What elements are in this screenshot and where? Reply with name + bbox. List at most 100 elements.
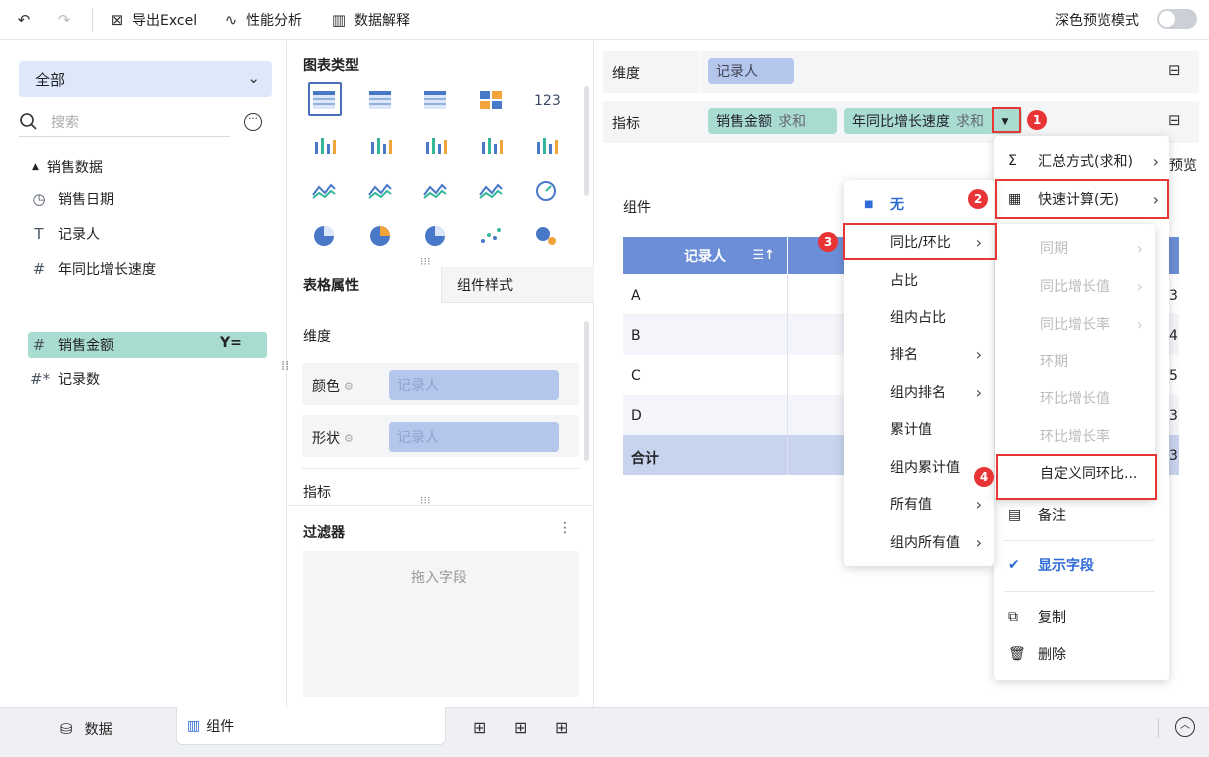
- radar-chart-icon[interactable]: [366, 179, 394, 203]
- dark-mode-text: 深色预览模式: [1055, 13, 1139, 29]
- number-card-icon[interactable]: 123: [532, 88, 561, 112]
- tab-data[interactable]: ⛁ 数据: [60, 719, 113, 739]
- menu-item-ratio[interactable]: 占比: [844, 266, 994, 294]
- gear-icon[interactable]: ⚙: [344, 380, 354, 393]
- menu-item-copy[interactable]: ⧉ 复制: [994, 603, 1169, 631]
- menu-item-mom-growth-rate[interactable]: 环比增长率: [995, 422, 1155, 450]
- dimension-pill-recorder[interactable]: 记录人: [708, 58, 794, 84]
- area-chart-icon[interactable]: [477, 179, 505, 203]
- menu-label: 所有值: [890, 497, 932, 513]
- metric-shelf-label: 指标: [612, 116, 640, 132]
- gauge-chart-icon-glyph: [536, 181, 556, 201]
- ring-chart-icon[interactable]: [421, 224, 449, 248]
- menu-item-show-field[interactable]: ✔ 显示字段: [994, 551, 1169, 579]
- tab-component-style[interactable]: 组件样式: [441, 267, 594, 303]
- bar-chart-icon[interactable]: [310, 134, 338, 158]
- number-type-icon: #: [32, 336, 46, 354]
- shelf-settings-icon[interactable]: ⊟: [1168, 61, 1181, 79]
- menu-item-yoy-growth-rate[interactable]: 同比增长率 ›: [995, 310, 1155, 338]
- field-record-count[interactable]: #* 记录数: [30, 365, 100, 393]
- gauge-chart-icon[interactable]: [532, 179, 560, 203]
- menu-item-note[interactable]: ▤ 备注: [994, 501, 1169, 529]
- chevron-down-icon: ⌄: [247, 69, 260, 87]
- redo-button[interactable]: ↷: [55, 9, 73, 31]
- menu-item-mom-growth-value[interactable]: 环比增长值: [995, 384, 1155, 412]
- field-search[interactable]: 搜索: [19, 107, 230, 137]
- tab-table-properties[interactable]: 表格属性: [288, 267, 441, 303]
- map-chart-icon[interactable]: [421, 179, 449, 203]
- menu-item-rank[interactable]: 排名 ›: [844, 340, 994, 368]
- field-sales-date[interactable]: ◷ 销售日期: [30, 185, 114, 213]
- data-explain-button[interactable]: ▥ 数据解释: [330, 9, 410, 31]
- undo-icon: ↶: [17, 11, 31, 29]
- waterfall-chart-icon-glyph: [537, 138, 558, 154]
- line-chart-icon[interactable]: [310, 179, 338, 203]
- shape-field-pill[interactable]: 记录人: [389, 422, 559, 452]
- bubble-chart-icon[interactable]: [532, 224, 560, 248]
- divider: [288, 505, 594, 506]
- menu-item-same-period[interactable]: 同期 ›: [995, 234, 1155, 262]
- filter-applied-icon[interactable]: Y=: [220, 335, 242, 351]
- metric-pill-sales-amount[interactable]: 销售金额 求和: [708, 108, 837, 134]
- dark-mode-toggle[interactable]: [1157, 9, 1197, 29]
- field-sales-amount[interactable]: # 销售金额: [30, 331, 114, 359]
- pill-agg: 求和: [778, 114, 806, 130]
- menu-item-delete[interactable]: 🗑 删除: [994, 640, 1169, 668]
- field-recorder[interactable]: T 记录人: [30, 220, 100, 248]
- performance-analysis-button[interactable]: ∿ 性能分析: [222, 9, 302, 31]
- add-chart-icon[interactable]: ⊞: [473, 718, 486, 737]
- kpi-card-icon[interactable]: [477, 88, 505, 112]
- menu-item-group-ratio[interactable]: 组内占比: [844, 303, 994, 331]
- collapse-up-icon[interactable]: ︿: [1175, 717, 1195, 737]
- shelf-settings-icon[interactable]: ⊟: [1168, 111, 1181, 129]
- filter-more-icon[interactable]: ⋮: [558, 520, 572, 536]
- rose-chart-icon[interactable]: [366, 224, 394, 248]
- shape-field-value: 记录人: [397, 430, 439, 446]
- gear-icon[interactable]: ⚙: [344, 432, 354, 445]
- dataset-select[interactable]: 全部 ⌄: [19, 61, 272, 97]
- sort-icon[interactable]: ☰↑: [752, 248, 775, 263]
- tab-component[interactable]: ▥ 组件: [176, 707, 446, 745]
- table-header-recorder[interactable]: 记录人 ☰↑: [623, 237, 787, 274]
- drag-handle-icon[interactable]: ⁝⁝⁝: [420, 256, 431, 267]
- menu-label: 环比增长率: [1040, 429, 1110, 445]
- color-field-pill[interactable]: 记录人: [389, 370, 559, 400]
- scrollbar[interactable]: [584, 321, 589, 461]
- table-chart-icon[interactable]: [310, 88, 338, 112]
- color-label: 颜色: [312, 379, 340, 395]
- component-title: 组件: [623, 200, 651, 216]
- export-excel-button[interactable]: ⊠ 导出Excel: [108, 9, 197, 31]
- menu-item-all-values[interactable]: 所有值 ›: [844, 490, 994, 518]
- menu-item-cumulative[interactable]: 累计值: [844, 415, 994, 443]
- undo-button[interactable]: ↶: [15, 9, 33, 31]
- column-chart-icon[interactable]: [421, 134, 449, 158]
- bar-list-icon[interactable]: [477, 134, 505, 158]
- metric-section-label: 指标: [303, 485, 331, 501]
- database-icon: ⛁: [60, 720, 73, 738]
- menu-label: 同比增长率: [1040, 317, 1110, 333]
- add-table-icon[interactable]: ⊞: [514, 718, 527, 737]
- menu-divider: [1004, 540, 1154, 541]
- grouped-bar-icon[interactable]: [366, 134, 394, 158]
- field-yoy-growth[interactable]: # 年同比增长速度: [30, 255, 156, 283]
- drag-handle-icon[interactable]: ⁝⁝⁝: [420, 495, 431, 506]
- menu-item-yoy-growth-value[interactable]: 同比增长值 ›: [995, 272, 1155, 300]
- tab-label: 组件: [206, 718, 235, 735]
- menu-item-group-rank[interactable]: 组内排名 ›: [844, 378, 994, 406]
- cross-table-icon[interactable]: [366, 88, 394, 112]
- scatter-chart-icon[interactable]: [477, 224, 505, 248]
- scrollbar[interactable]: [584, 86, 589, 196]
- pill-agg: 求和: [956, 114, 984, 130]
- add-text-icon[interactable]: ⊞: [555, 718, 568, 737]
- menu-item-prev-period[interactable]: 环期: [995, 347, 1155, 375]
- waterfall-chart-icon[interactable]: [532, 134, 560, 158]
- detail-table-icon[interactable]: [421, 88, 449, 112]
- more-options-icon[interactable]: ···: [244, 113, 262, 131]
- tree-root-sales-data[interactable]: ▲ 销售数据: [32, 157, 103, 177]
- menu-label: 组内占比: [890, 310, 946, 326]
- menu-item-group-cumulative[interactable]: 组内累计值: [844, 453, 994, 481]
- pie-chart-icon[interactable]: [310, 224, 338, 248]
- menu-item-summary[interactable]: Σ 汇总方式(求和) ›: [994, 147, 1169, 175]
- chevron-right-icon: ›: [1136, 314, 1143, 334]
- menu-item-group-all-values[interactable]: 组内所有值 ›: [844, 528, 994, 556]
